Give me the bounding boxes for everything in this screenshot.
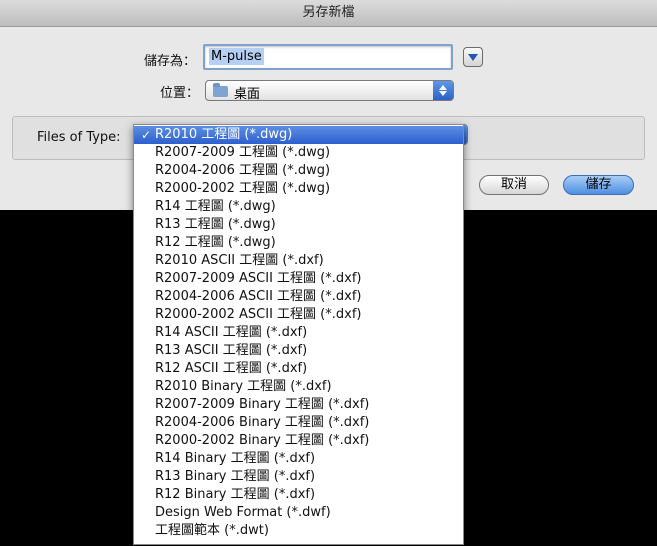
menu-item-label: R2000-2002 ASCII 工程圖 (*.dxf): [155, 307, 362, 322]
menu-item-label: R2004-2006 ASCII 工程圖 (*.dxf): [155, 289, 362, 304]
menu-item-label: R14 ASCII 工程圖 (*.dxf): [155, 325, 308, 340]
menu-item[interactable]: R2007-2009 ASCII 工程圖 (*.dxf): [134, 270, 463, 288]
window-title: 另存新檔: [0, 0, 657, 27]
menu-item-label: R2007-2009 ASCII 工程圖 (*.dxf): [155, 271, 362, 286]
menu-item-label: R13 工程圖 (*.dwg): [155, 217, 276, 232]
menu-item-label: R2000-2002 工程圖 (*.dwg): [155, 181, 331, 196]
menu-item[interactable]: R13 工程圖 (*.dwg): [134, 216, 463, 234]
cancel-button[interactable]: 取消: [479, 175, 549, 195]
menu-item-label: R12 ASCII 工程圖 (*.dxf): [155, 361, 308, 376]
menu-item[interactable]: R2004-2006 ASCII 工程圖 (*.dxf): [134, 288, 463, 306]
menu-item[interactable]: 工程圖範本 (*.dwt): [134, 522, 463, 540]
menu-item[interactable]: R12 ASCII 工程圖 (*.dxf): [134, 360, 463, 378]
menu-item[interactable]: Design Web Format (*.dwf): [134, 504, 463, 522]
disclosure-arrow-icon: [468, 54, 478, 61]
menu-item[interactable]: R2010 Binary 工程圖 (*.dxf): [134, 378, 463, 396]
menu-item[interactable]: R2000-2002 工程圖 (*.dwg): [134, 180, 463, 198]
menu-item[interactable]: R2004-2006 Binary 工程圖 (*.dxf): [134, 414, 463, 432]
menu-item-label: R12 工程圖 (*.dwg): [155, 235, 276, 250]
menu-item[interactable]: R12 Binary 工程圖 (*.dxf): [134, 486, 463, 504]
menu-item-label: 工程圖範本 (*.dwt): [155, 523, 269, 538]
menu-item-label: R2000-2002 Binary 工程圖 (*.dxf): [155, 433, 370, 448]
menu-item[interactable]: R13 ASCII 工程圖 (*.dxf): [134, 342, 463, 360]
menu-item-label: R14 Binary 工程圖 (*.dxf): [155, 451, 316, 466]
menu-item-label: R2007-2009 Binary 工程圖 (*.dxf): [155, 397, 370, 412]
location-value: 桌面: [234, 87, 261, 102]
menu-item[interactable]: R2007-2009 工程圖 (*.dwg): [134, 144, 463, 162]
menu-item-label: R13 Binary 工程圖 (*.dxf): [155, 469, 316, 484]
menu-item-label: R2004-2006 Binary 工程圖 (*.dxf): [155, 415, 370, 430]
menu-item[interactable]: R2000-2002 ASCII 工程圖 (*.dxf): [134, 306, 463, 324]
menu-item[interactable]: R2007-2009 Binary 工程圖 (*.dxf): [134, 396, 463, 414]
menu-item-label: R12 Binary 工程圖 (*.dxf): [155, 487, 316, 502]
menu-item-label: R13 ASCII 工程圖 (*.dxf): [155, 343, 308, 358]
menu-item-label: R2010 Binary 工程圖 (*.dxf): [155, 379, 332, 394]
menu-item[interactable]: R14 工程圖 (*.dwg): [134, 198, 463, 216]
menu-item-label: R14 工程圖 (*.dwg): [155, 199, 276, 214]
menu-item[interactable]: R12 工程圖 (*.dwg): [134, 234, 463, 252]
menu-item[interactable]: R13 Binary 工程圖 (*.dxf): [134, 468, 463, 486]
popup-stepper: [433, 81, 453, 100]
menu-item[interactable]: R14 ASCII 工程圖 (*.dxf): [134, 324, 463, 342]
menu-item[interactable]: ✓ R2010 工程圖 (*.dwg): [134, 126, 463, 144]
menu-item[interactable]: R2000-2002 Binary 工程圖 (*.dxf): [134, 432, 463, 450]
file-type-menu: ✓ R2010 工程圖 (*.dwg) R2007-2009 工程圖 (*.dwg)…: [133, 124, 464, 545]
save-as-label: 儲存為：: [144, 54, 197, 69]
save-button[interactable]: 儲存: [563, 175, 634, 195]
location-label: 位置：: [160, 86, 200, 101]
location-popup[interactable]: 桌面: [205, 80, 454, 102]
menu-item[interactable]: R14 Binary 工程圖 (*.dxf): [134, 450, 463, 468]
menu-item-label: R2010 ASCII 工程圖 (*.dxf): [155, 253, 324, 268]
menu-item-label: R2007-2009 工程圖 (*.dwg): [155, 145, 331, 160]
menu-item[interactable]: R2010 ASCII 工程圖 (*.dxf): [134, 252, 463, 270]
file-type-label: Files of Type:: [37, 130, 121, 145]
menu-item-label: R2010 工程圖 (*.dwg): [155, 127, 293, 142]
expand-dialog-button[interactable]: [463, 47, 483, 67]
checkmark-icon: ✓: [141, 128, 152, 142]
menu-item-label: R2004-2006 工程圖 (*.dwg): [155, 163, 331, 178]
save-as-value: M-pulse: [209, 48, 264, 65]
folder-icon: [213, 83, 228, 97]
menu-item[interactable]: R2004-2006 工程圖 (*.dwg): [134, 162, 463, 180]
save-as-input[interactable]: M-pulse: [203, 44, 453, 70]
menu-item-label: Design Web Format (*.dwf): [155, 505, 331, 520]
